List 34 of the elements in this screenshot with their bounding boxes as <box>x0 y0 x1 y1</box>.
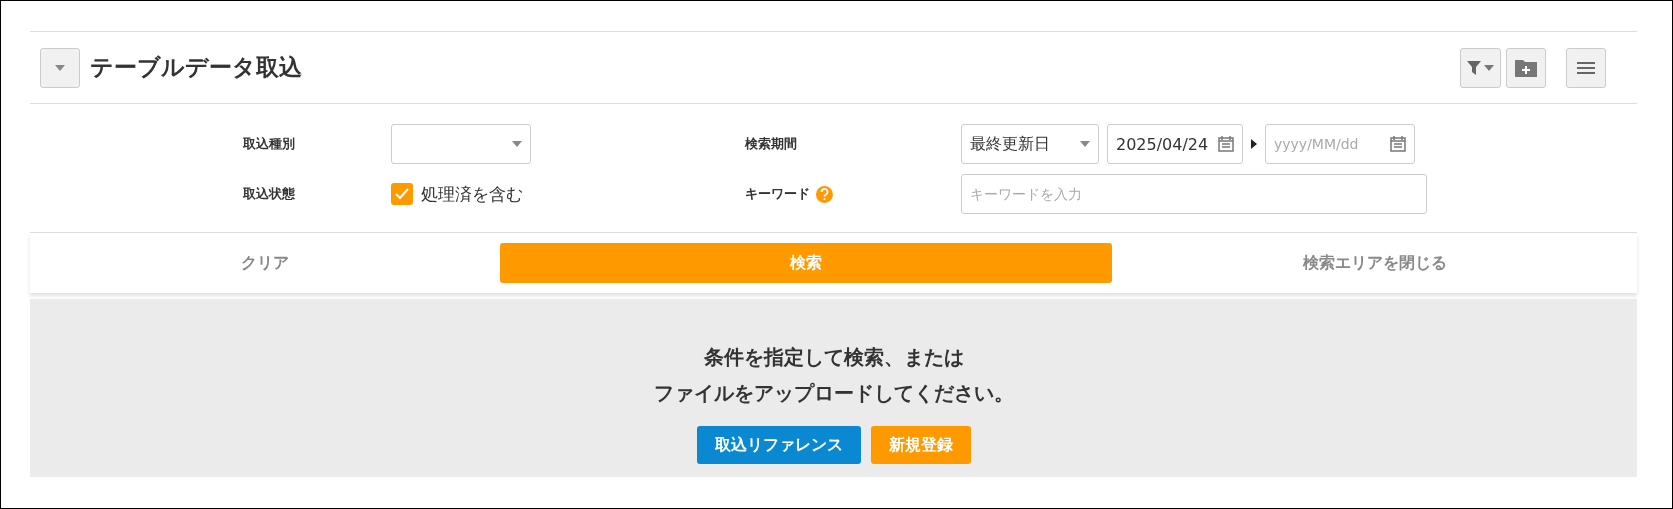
field-label: 取込状態 <box>243 185 295 203</box>
checkbox[interactable] <box>391 183 413 205</box>
help-icon[interactable] <box>816 185 833 203</box>
field-label: 検索期間 <box>745 135 797 153</box>
calendar-icon <box>1218 136 1234 152</box>
type-select[interactable] <box>391 124 531 164</box>
keyword-field[interactable]: キーワードを入力 <box>961 174 1427 214</box>
calendar-icon <box>1390 136 1406 152</box>
caret-icon <box>1080 141 1090 147</box>
filter-icon <box>1467 60 1481 75</box>
folder-plus-icon <box>1515 58 1537 77</box>
clear-button[interactable]: クリア <box>235 251 295 275</box>
menu-icon <box>1577 60 1595 75</box>
field-label: 取込種別 <box>243 135 295 153</box>
menu-button[interactable] <box>1566 47 1606 88</box>
end-date-field[interactable]: yyyy/MM/dd <box>1265 124 1415 164</box>
caret-icon <box>512 141 522 147</box>
action-button[interactable]: 取込リファレンス <box>696 426 861 464</box>
caret-icon <box>1484 64 1494 71</box>
action-button[interactable]: 新規登録 <box>870 426 971 464</box>
field-label: キーワード <box>745 185 810 203</box>
page-title: テーブルデータ取込 <box>90 53 303 82</box>
close-search-button[interactable]: 検索エリアを閉じる <box>1296 251 1453 275</box>
search-button[interactable]: 検索 <box>500 243 1112 283</box>
checkmark-icon <box>395 188 409 200</box>
empty-message: 条件を指定して検索、または ファイルをアップロードしてください。 <box>653 344 1014 407</box>
checkbox-label: 処理済を含む <box>421 182 523 206</box>
new-folder-button[interactable] <box>1506 47 1546 88</box>
date-type-select[interactable]: 最終更新日 <box>961 124 1099 164</box>
filter-button[interactable] <box>1460 47 1501 88</box>
arrow-right-icon <box>1251 139 1257 149</box>
collapse-button[interactable] <box>40 47 80 88</box>
caret-icon <box>55 64 65 71</box>
start-date-field[interactable]: 2025/04/24 <box>1107 124 1243 164</box>
